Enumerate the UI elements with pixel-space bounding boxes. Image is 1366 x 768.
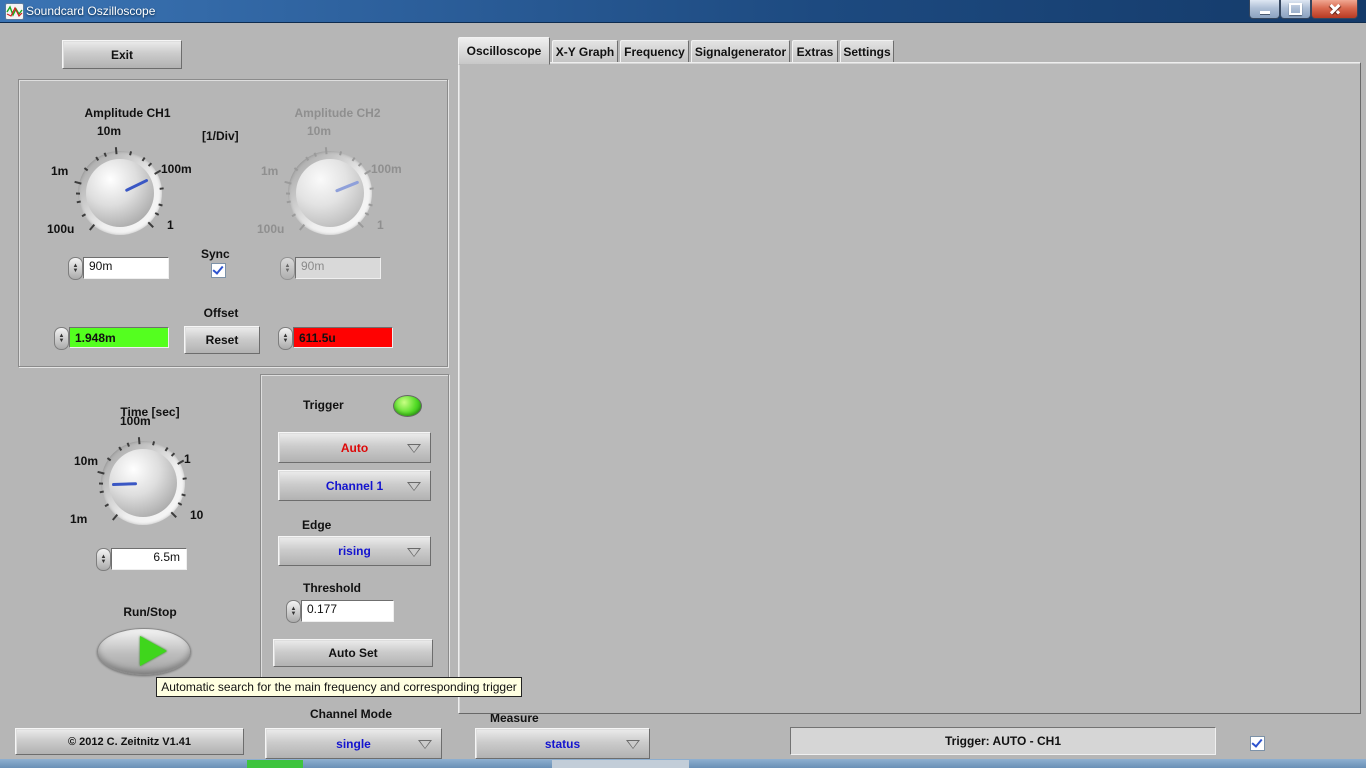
threshold-spinner[interactable]: ▲ ▼ [286,600,301,623]
channel-mode-dropdown[interactable]: single [265,728,442,759]
tab-oscilloscope[interactable]: Oscilloscope [458,37,550,65]
amplitude-ch2-spinner: ▲ ▼ [280,257,295,280]
minimize-button[interactable] [1249,0,1280,19]
play-icon [140,636,167,666]
threshold-label: Threshold [303,581,362,595]
copyright-button[interactable]: © 2012 C. Zeitnitz V1.41 [15,728,244,755]
trigger-status-readout: Trigger: AUTO - CH1 [790,727,1216,755]
app-icon [5,3,24,20]
taskbar-item[interactable] [552,760,689,768]
amplitude-ch2-value: 90m [295,257,381,279]
oscilloscope-panel [458,62,1361,714]
trigger-mode-dropdown[interactable]: Auto [278,432,431,463]
sync-label: Sync [201,247,230,261]
offset-label: Offset [203,306,239,320]
run-stop-label: Run/Stop [123,605,177,619]
chevron-down-icon [418,740,432,749]
auto-set-button[interactable]: Auto Set [273,639,433,667]
amplitude-ch1-value[interactable]: 90m [83,257,169,279]
channel-mode-label: Channel Mode [309,707,392,721]
title-bar[interactable]: Soundcard Oszilloscope [0,0,1366,23]
threshold-value[interactable]: 0.177 [301,600,394,622]
window-title: Soundcard Oszilloscope [26,4,156,18]
minimize-icon [1259,10,1270,14]
measure-dropdown[interactable]: status [475,728,650,759]
offset-reset-button[interactable]: Reset [184,326,260,354]
run-stop-button[interactable] [97,628,191,675]
tab-frequency[interactable]: Frequency [620,40,689,64]
amplitude-ch2-label: Amplitude CH2 [294,106,381,120]
offset-ch1-value[interactable]: 1.948m [69,327,169,348]
trigger-label: Trigger [303,398,344,412]
tab-xy-graph[interactable]: X-Y Graph [552,40,618,64]
knob-tick-label: 100m [161,162,192,176]
trigger-source-dropdown[interactable]: Channel 1 [278,470,431,501]
per-div-unit-label: [1/Div] [202,129,239,143]
grid-checkbox[interactable] [1250,736,1265,751]
chevron-down-icon [407,548,421,557]
tab-signalgenerator[interactable]: Signalgenerator [691,40,790,64]
trigger-led [393,395,422,417]
time-spinner[interactable]: ▲ ▼ [96,548,111,571]
exit-button[interactable]: Exit [62,40,182,69]
time-value[interactable]: 6.5m [111,548,187,570]
time-knob[interactable]: 1m 10m 100m 1 10 [70,414,203,538]
restore-icon [1289,3,1302,15]
offset-ch2-value[interactable]: 611.5u [293,327,393,348]
restore-button[interactable] [1280,0,1311,19]
knob-tick-label: 1 [167,218,174,232]
chevron-down-icon [626,740,640,749]
tab-settings[interactable]: Settings [840,40,894,64]
chevron-down-icon [407,482,421,491]
chevron-down-icon [407,444,421,453]
tooltip: Automatic search for the main frequency … [156,677,522,697]
offset-ch1-spinner[interactable]: ▲ ▼ [54,327,69,350]
amplitude-ch1-label: Amplitude CH1 [84,106,171,120]
edge-label: Edge [302,518,332,532]
knob-tick-label: 100u [47,222,75,236]
knob-tick-label: 1m [51,164,69,178]
close-button[interactable] [1311,0,1358,19]
offset-ch2-spinner[interactable]: ▲ ▼ [278,327,293,350]
tab-extras[interactable]: Extras [792,40,838,64]
amplitude-ch2-knob: 100u 1m 10m 100m 1 [257,124,402,236]
taskbar-item[interactable] [247,760,303,768]
amplitude-ch1-spinner[interactable]: ▲ ▼ [68,257,83,280]
trigger-groupbox [260,374,449,682]
sync-checkbox[interactable] [211,263,226,278]
trigger-edge-dropdown[interactable]: rising [278,536,431,566]
knob-tick-label: 10m [97,124,122,138]
app-window: Soundcard Oszilloscope Exit Amplitude CH… [0,0,1366,768]
amplitude-ch1-knob[interactable]: 100u 1m 10m 100m 1 [47,124,192,248]
